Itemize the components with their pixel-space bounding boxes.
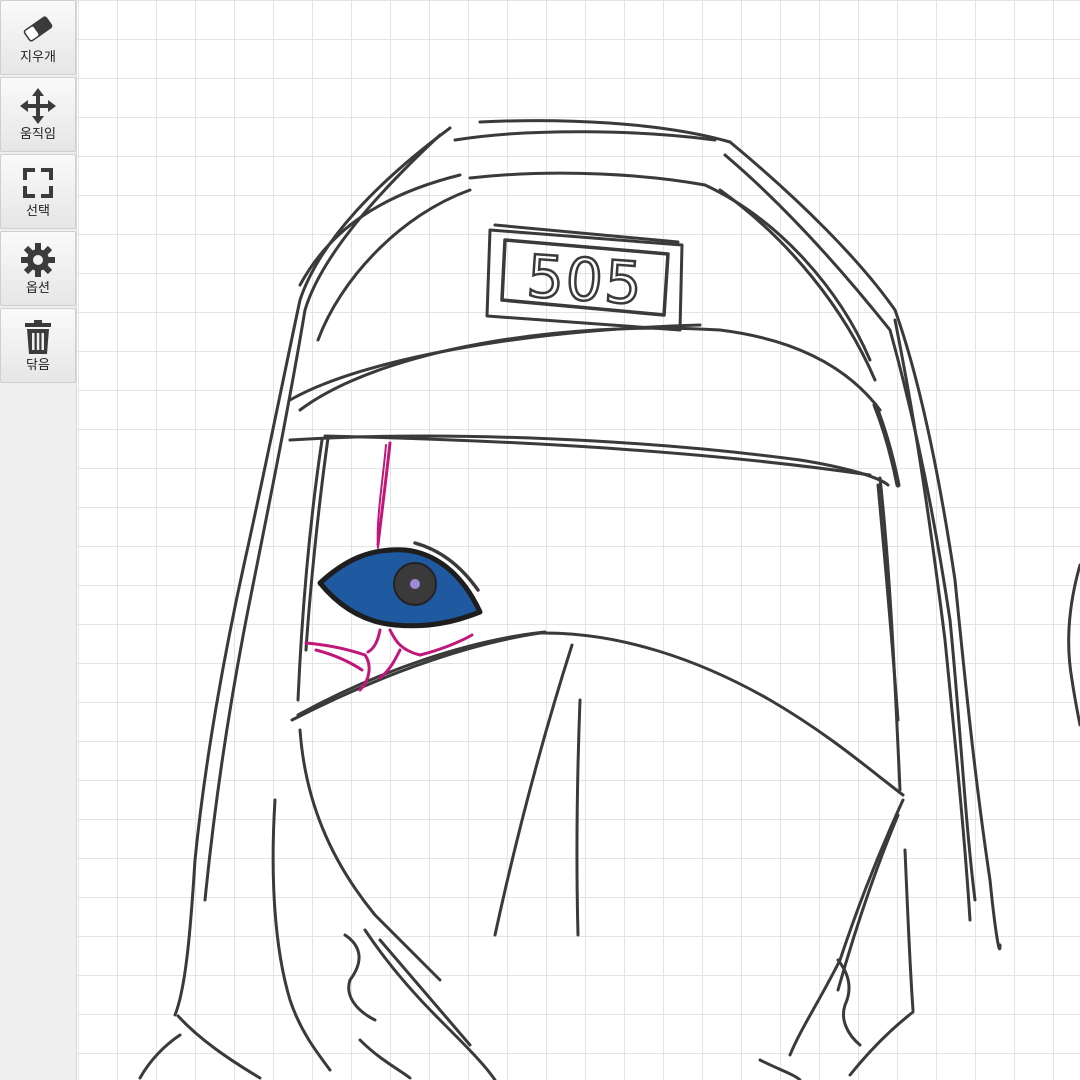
move-label: 움직임 — [20, 127, 56, 142]
cap-crown-left-2 — [316, 188, 472, 342]
right-partial-shape — [1067, 563, 1080, 727]
hood-top — [453, 130, 717, 142]
clear-label: 닦음 — [26, 358, 50, 373]
options-button[interactable]: 옵션 — [0, 231, 76, 306]
eraser-icon — [23, 16, 53, 42]
collar-bottom-center — [358, 1038, 412, 1080]
face-right-edge-2 — [876, 483, 900, 722]
move-button[interactable]: 움직임 — [0, 77, 76, 152]
mask-left — [298, 728, 442, 982]
cap-crown-top — [468, 171, 707, 187]
sketch — [138, 119, 1080, 1080]
hood-bottom-left — [176, 1014, 262, 1080]
hood-outline-right — [728, 140, 1002, 951]
trash-icon — [25, 320, 51, 354]
mask-fold-1 — [493, 643, 574, 937]
select-button[interactable]: 선택 — [0, 154, 76, 229]
hood-bottom-left-2 — [138, 1033, 182, 1080]
mask-right-2 — [836, 813, 900, 992]
clear-button[interactable]: 닦음 — [0, 308, 76, 383]
gear-icon — [21, 243, 55, 277]
tool-sidebar: 지우개 움직임 선택 옵션 닦음 — [0, 0, 77, 1080]
mask-collar-left — [343, 933, 377, 1022]
mask-top — [290, 631, 905, 797]
neck-line-right — [903, 848, 915, 1012]
mask-collar-inner-2 — [378, 938, 472, 1047]
cap-brim-right — [872, 402, 901, 488]
drawing-app: 지우개 움직임 선택 옵션 닦음 505 — [0, 0, 1080, 1080]
mask-collar-right — [836, 958, 862, 1047]
cap-brim-top-2 — [288, 323, 702, 402]
options-label: 옵션 — [26, 281, 50, 296]
drawing-canvas[interactable] — [0, 0, 1080, 1080]
move-arrows-icon — [20, 88, 56, 124]
collar-bottom-right — [758, 1058, 802, 1080]
eye-pupil-highlight — [410, 579, 420, 589]
mask-collar-inner — [363, 928, 497, 1080]
mask-top-2 — [296, 630, 547, 717]
eraser-label: 지우개 — [20, 50, 56, 65]
cap-brim-top — [298, 326, 882, 412]
mask-right — [788, 798, 905, 1057]
face-left-edge — [296, 438, 324, 702]
select-frame-icon — [23, 168, 53, 198]
eraser-button[interactable]: 지우개 — [0, 0, 76, 75]
neck-line-left — [271, 798, 332, 1072]
hood-outline-right-2 — [723, 153, 977, 902]
mask-fold-2 — [575, 698, 582, 937]
select-label: 선택 — [26, 204, 50, 219]
badge-inner — [500, 238, 670, 317]
cap-brim-bottom — [288, 434, 890, 487]
